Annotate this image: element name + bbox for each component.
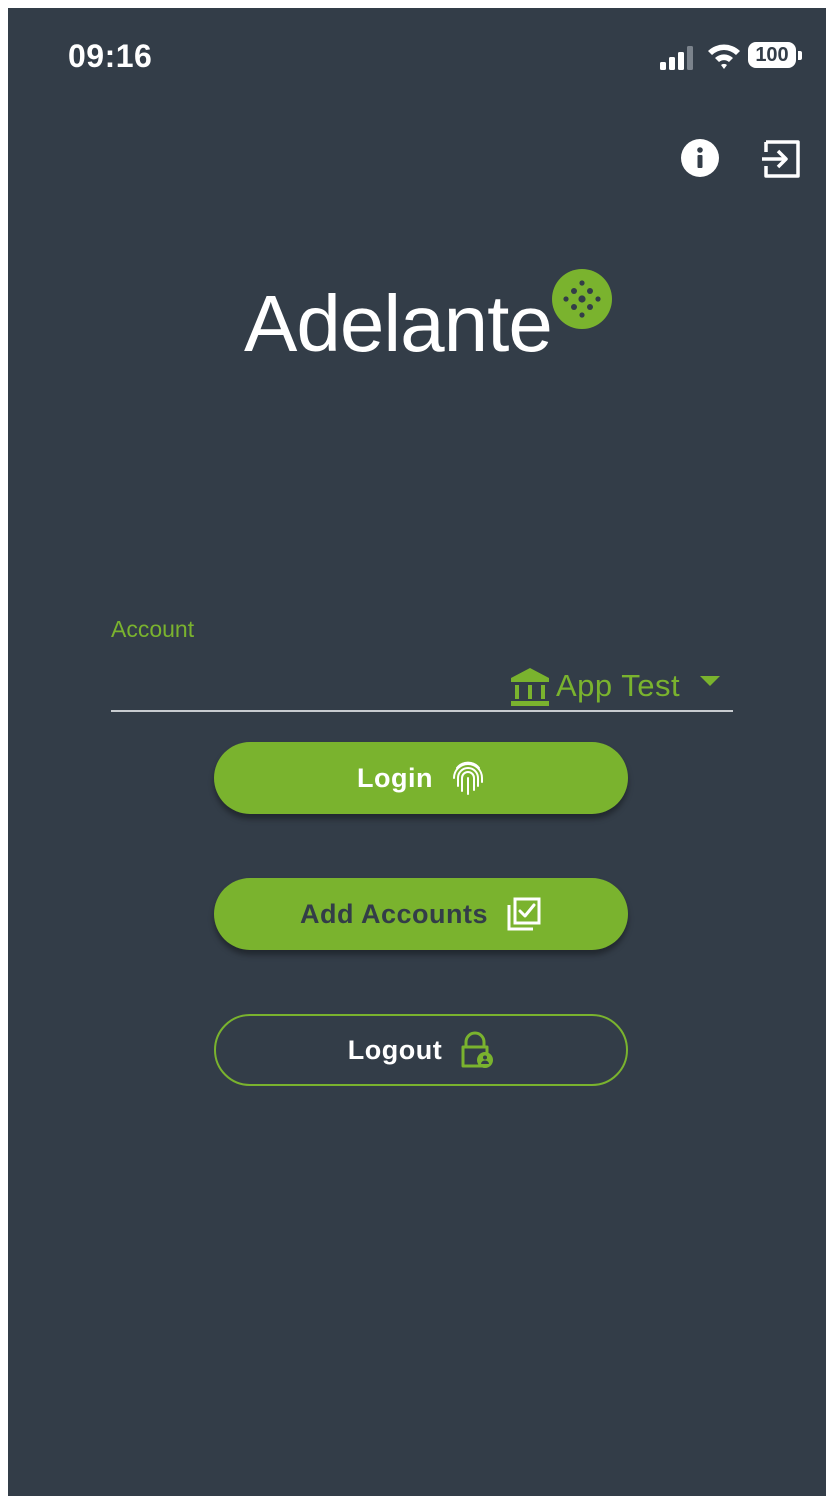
account-selected-value: App Test — [556, 668, 681, 703]
app-screen: 09:16 100 Adelante Account App Test Logi… — [8, 8, 826, 1496]
exit-icon[interactable] — [758, 138, 802, 180]
bank-icon — [511, 668, 549, 706]
logout-button[interactable]: Logout — [214, 1014, 628, 1086]
top-actions — [8, 138, 826, 182]
account-field: Account App Test — [111, 612, 733, 712]
login-button[interactable]: Login — [214, 742, 628, 814]
battery-level: 100 — [748, 42, 796, 68]
add-accounts-button[interactable]: Add Accounts — [214, 878, 628, 950]
login-button-label: Login — [357, 762, 433, 793]
status-time: 09:16 — [68, 38, 153, 74]
add-accounts-button-label: Add Accounts — [300, 898, 488, 929]
logout-button-label: Logout — [347, 1034, 443, 1065]
info-icon[interactable] — [680, 138, 720, 178]
signal-icon — [660, 46, 693, 70]
battery-tip — [798, 51, 802, 60]
app-logo: Adelante — [244, 264, 624, 374]
account-label: Account — [111, 616, 195, 642]
wifi-icon — [708, 44, 740, 69]
logo-text: Adelante — [244, 279, 553, 368]
lock-icon — [461, 1031, 494, 1068]
caret-down-icon — [700, 676, 720, 686]
status-bar: 09:16 100 — [8, 8, 826, 108]
checklist-icon — [507, 897, 541, 931]
dotted-circle-icon — [552, 269, 612, 329]
fingerprint-icon — [452, 761, 483, 795]
account-select[interactable]: App Test — [111, 656, 733, 712]
battery-icon: 100 — [748, 42, 804, 70]
